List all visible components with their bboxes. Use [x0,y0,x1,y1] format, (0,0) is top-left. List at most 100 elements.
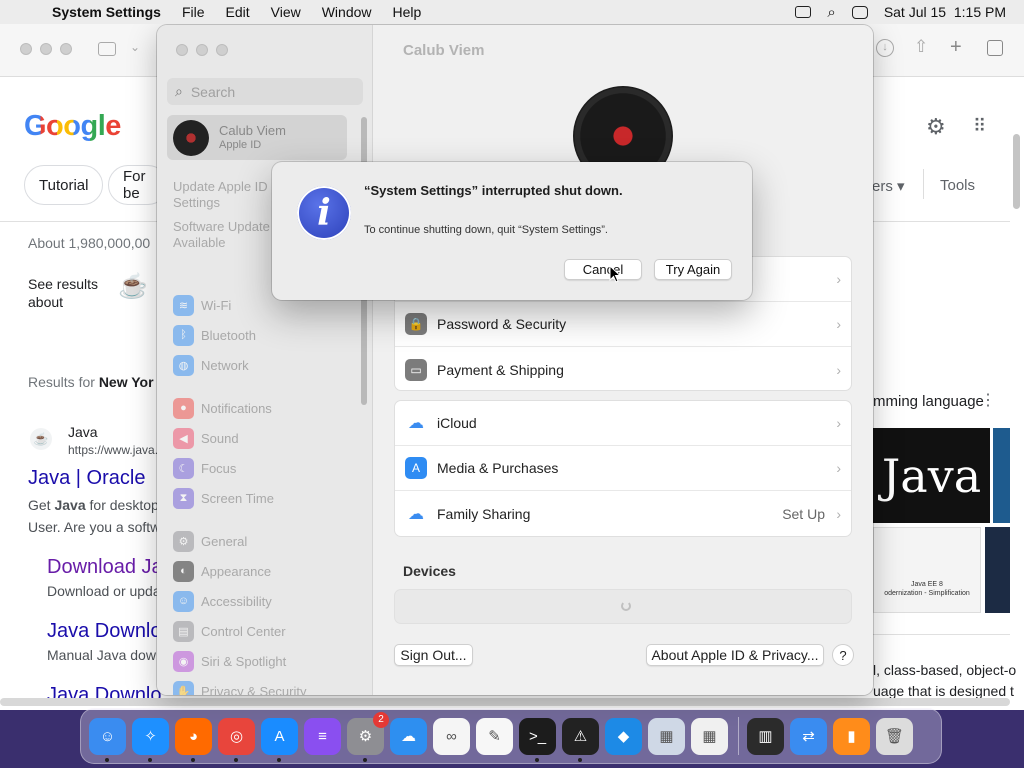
chevron-right-icon: › [836,361,841,378]
knowledge-image[interactable] [993,428,1010,523]
tools-button[interactable]: Tools [940,177,975,194]
sidebar-item-network[interactable]: ◍ Network [173,354,249,376]
row-password-security[interactable]: 🔒 Password & Security › [395,302,851,347]
knowledge-image[interactable] [985,527,1010,613]
menu-file[interactable]: File [182,4,205,20]
menu-help[interactable]: Help [393,4,422,20]
java-logo-image[interactable]: Java [873,428,990,523]
settings-zoom-button[interactable] [216,44,228,56]
cancel-button[interactable]: Cancel [564,259,642,280]
more-options-icon[interactable]: ⋮ [980,390,996,410]
sidebar-item-bluetooth[interactable]: ᛒ Bluetooth [173,324,256,346]
row-payment-shipping[interactable]: ▭ Payment & Shipping › [395,347,851,392]
sidebar-item-apple-id[interactable]: Calub Viem Apple ID [167,115,347,160]
dock-firefox-icon[interactable]: ◕ [175,717,212,762]
divider [923,169,924,199]
browser-close-button[interactable] [20,43,32,55]
dock-visual-studio-icon[interactable]: ∞ [433,717,470,755]
screen-mirroring-icon[interactable] [795,6,812,18]
sidebar-item-notifications[interactable]: ● Notifications [173,397,272,419]
menu-view[interactable]: View [271,4,301,20]
sidebar-item-privacy-security[interactable]: ✋ Privacy & Security [173,680,306,695]
sidebar-item-sound[interactable]: ◀ Sound [173,427,239,449]
dock-podcasts-alt-icon[interactable]: ≡ [304,717,341,755]
network-icon: ◍ [173,354,194,376]
sidebar-item-label: Bluetooth [201,327,256,343]
sound-icon: ◀ [173,427,194,449]
dock-textedit-icon[interactable]: ✎ [476,717,513,755]
search-field[interactable]: ⌕ Search [167,78,363,105]
result-snippet: User. Are you a softw [28,519,161,535]
chevron-right-icon: › [836,271,841,287]
menu-window[interactable]: Window [322,4,372,20]
download-icon[interactable]: ↓ [876,39,894,57]
dock-glyph: ∞ [446,727,457,745]
about-apple-id-privacy-button[interactable]: About Apple ID & Privacy... [646,644,824,666]
devices-heading: Devices [403,563,456,579]
java-ee-image[interactable]: Java EE 8 odernization - Simplification [873,527,981,613]
see-results-text[interactable]: See results [28,276,98,292]
sidebar-item-siri-spotlight[interactable]: ◉ Siri & Spotlight [173,650,286,672]
dock-vscode-icon[interactable]: ◆ [605,717,642,755]
dock-launchpad-icon[interactable]: ▦ [691,717,728,755]
sidebar-item-accessibility[interactable]: ☺ Accessibility [173,590,272,612]
notifications-icon: ● [173,397,194,419]
row-media-purchases[interactable]: A Media & Purchases › [395,446,851,491]
dock-finder-icon[interactable]: ☺ [89,717,126,762]
sidebar-item-general[interactable]: ⚙ General [173,530,247,552]
menu-edit[interactable]: Edit [226,4,250,20]
running-indicator [363,757,367,762]
menu-clock[interactable]: Sat Jul 15 1:15 PM [884,4,1006,20]
info-icon: i [297,186,351,240]
sidebar-item-control-center[interactable]: ▤ Control Center [173,620,286,642]
dock-chrome-icon[interactable]: ◎ [218,717,255,762]
dock-terminal-icon[interactable]: >_ [519,717,556,762]
tab-overview-icon[interactable] [987,40,1003,56]
browser-zoom-button[interactable] [60,43,72,55]
new-tab-icon[interactable]: + [950,36,962,59]
dock-migration-icon[interactable]: ⇄ [790,717,827,755]
sidebar-item-focus[interactable]: ☾ Focus [173,457,236,479]
row-family-sharing[interactable]: ☁ Family Sharing Set Up › [395,491,851,536]
result-link-oracle[interactable]: Java | Oracle [28,467,145,490]
sidebar-item-appearance[interactable]: ◐ Appearance [173,560,271,582]
sidebar-item-wi-fi[interactable]: ≋ Wi-Fi [173,294,231,316]
sidebar-alert-update-apple-id[interactable]: Update Apple ID Settings [173,179,283,211]
browser-minimize-button[interactable] [40,43,52,55]
help-button[interactable]: ? [832,644,854,666]
apps-grid-icon[interactable]: ⠿ [973,116,986,137]
chevron-down-icon[interactable]: ⌄ [130,40,140,54]
row-icloud[interactable]: ☁ iCloud › [395,401,851,446]
menu-app-name[interactable]: System Settings [52,4,161,20]
control-center-icon[interactable] [851,5,868,19]
dock-system-settings-icon[interactable]: ⚙ 2 [347,711,389,762]
account-name: Calub Viem [219,122,286,138]
spotlight-search-icon[interactable]: ⌕ [827,4,835,21]
result-link-download[interactable]: Download Ja [47,556,163,579]
result-link-java-downloads[interactable]: Java Downlo [47,620,162,643]
try-again-button[interactable]: Try Again [654,259,732,280]
dock-trash-icon[interactable]: 🗑 [876,717,913,755]
see-results-text-2[interactable]: about [28,294,63,310]
google-logo[interactable]: Google [24,110,121,143]
browser-vertical-scrollbar[interactable] [1013,134,1020,209]
sign-out-button[interactable]: Sign Out... [394,644,473,666]
dock-weather-icon[interactable]: ☁ [390,717,427,755]
dock-safari-icon[interactable]: ✧ [132,717,169,762]
sidebar-toggle-icon[interactable] [98,42,116,56]
settings-minimize-button[interactable] [196,44,208,56]
dock-console-icon[interactable]: ⚠ [562,717,599,762]
settings-gear-icon[interactable]: ⚙ [926,114,946,140]
sidebar-item-screen-time[interactable]: ⧗ Screen Time [173,487,274,509]
dock-app-store-icon[interactable]: A [261,717,298,762]
filter-dropdown[interactable]: ers ▾ [872,177,905,195]
chevron-right-icon: › [836,505,841,522]
dock-calculator-icon[interactable]: ▥ [747,717,784,755]
share-icon[interactable]: ⇧ [914,37,928,57]
dock-books-icon[interactable]: ▮ [833,717,870,755]
sidebar-alert-software-update[interactable]: Software Update Available [173,219,283,251]
settings-close-button[interactable] [176,44,188,56]
browser-horizontal-scrollbar[interactable] [0,698,1010,706]
dock-preview-icon[interactable]: ▦ [648,717,685,755]
chip-tutorial[interactable]: Tutorial [24,165,104,205]
